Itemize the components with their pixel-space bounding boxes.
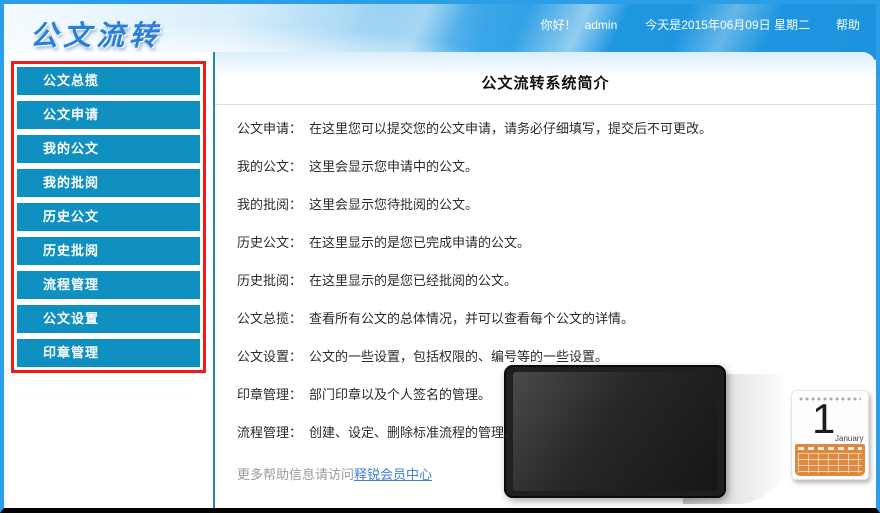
intro-line: 公文设置：公文的一些设置，包括权限的、编号等的一些设置。: [237, 350, 876, 364]
intro-line: 历史批阅：在这里显示的是您已经批阅的公文。: [237, 274, 876, 288]
help-footer-text: 更多帮助信息请访问: [237, 467, 354, 482]
greeting-text: 你好！: [541, 16, 577, 33]
intro-line: 印章管理：部门印章以及个人签名的管理。: [237, 388, 876, 402]
sidebar-item-my-documents[interactable]: 我的公文: [17, 135, 200, 163]
help-footer: 更多帮助信息请访问释锐会员中心: [237, 464, 876, 483]
title-divider: [215, 104, 876, 105]
sidebar-item-seal-management[interactable]: 印章管理: [17, 339, 200, 367]
sidebar-item-history-documents[interactable]: 历史公文: [17, 203, 200, 231]
header-user-bar: 你好！ admin 今天是2015年06月09日 星期二 帮助: [541, 16, 860, 33]
sidebar-item-my-reviews[interactable]: 我的批阅: [17, 169, 200, 197]
main-content: 公文流转系统简介 公文申请：在这里您可以提交您的公文申请，请务必仔细填写，提交后…: [215, 52, 876, 508]
username-text: admin: [585, 18, 618, 32]
app-logo: 公文流转: [30, 14, 162, 54]
sidebar-nav: 公文总揽 公文申请 我的公文 我的批阅 历史公文 历史批阅 流程管理 公文设置 …: [4, 52, 215, 508]
sidebar-item-document-apply[interactable]: 公文申请: [17, 101, 200, 129]
sidebar-item-workflow-management[interactable]: 流程管理: [17, 271, 200, 299]
intro-line: 流程管理：创建、设定、删除标准流程的管理。: [237, 426, 876, 440]
sidebar-item-document-overview[interactable]: 公文总揽: [17, 67, 200, 95]
intro-line: 历史公文：在这里显示的是您已完成申请的公文。: [237, 236, 876, 250]
content-shell: 公文总揽 公文申请 我的公文 我的批阅 历史公文 历史批阅 流程管理 公文设置 …: [4, 52, 876, 508]
sidebar-item-document-settings[interactable]: 公文设置: [17, 305, 200, 333]
intro-line: 我的公文：这里会显示您申请中的公文。: [237, 160, 876, 174]
help-link[interactable]: 帮助: [836, 16, 860, 33]
member-center-link[interactable]: 释锐会员中心: [354, 467, 432, 482]
sidebar-item-history-reviews[interactable]: 历史批阅: [17, 237, 200, 265]
app-window: 公文流转 你好！ admin 今天是2015年06月09日 星期二 帮助 公文总…: [0, 0, 880, 513]
date-text: 今天是2015年06月09日 星期二: [645, 16, 810, 33]
intro-line: 公文申请：在这里您可以提交您的公文申请，请务必仔细填写，提交后不可更改。: [237, 122, 876, 136]
intro-line: 公文总揽：查看所有公文的总体情况，并可以查看每个公文的详情。: [237, 312, 876, 326]
sidebar-menu-frame: 公文总揽 公文申请 我的公文 我的批阅 历史公文 历史批阅 流程管理 公文设置 …: [11, 61, 206, 373]
page-title: 公文流转系统简介: [215, 52, 876, 93]
intro-line: 我的批阅：这里会显示您待批阅的公文。: [237, 198, 876, 212]
intro-paragraphs: 公文申请：在这里您可以提交您的公文申请，请务必仔细填写，提交后不可更改。 我的公…: [237, 122, 876, 483]
